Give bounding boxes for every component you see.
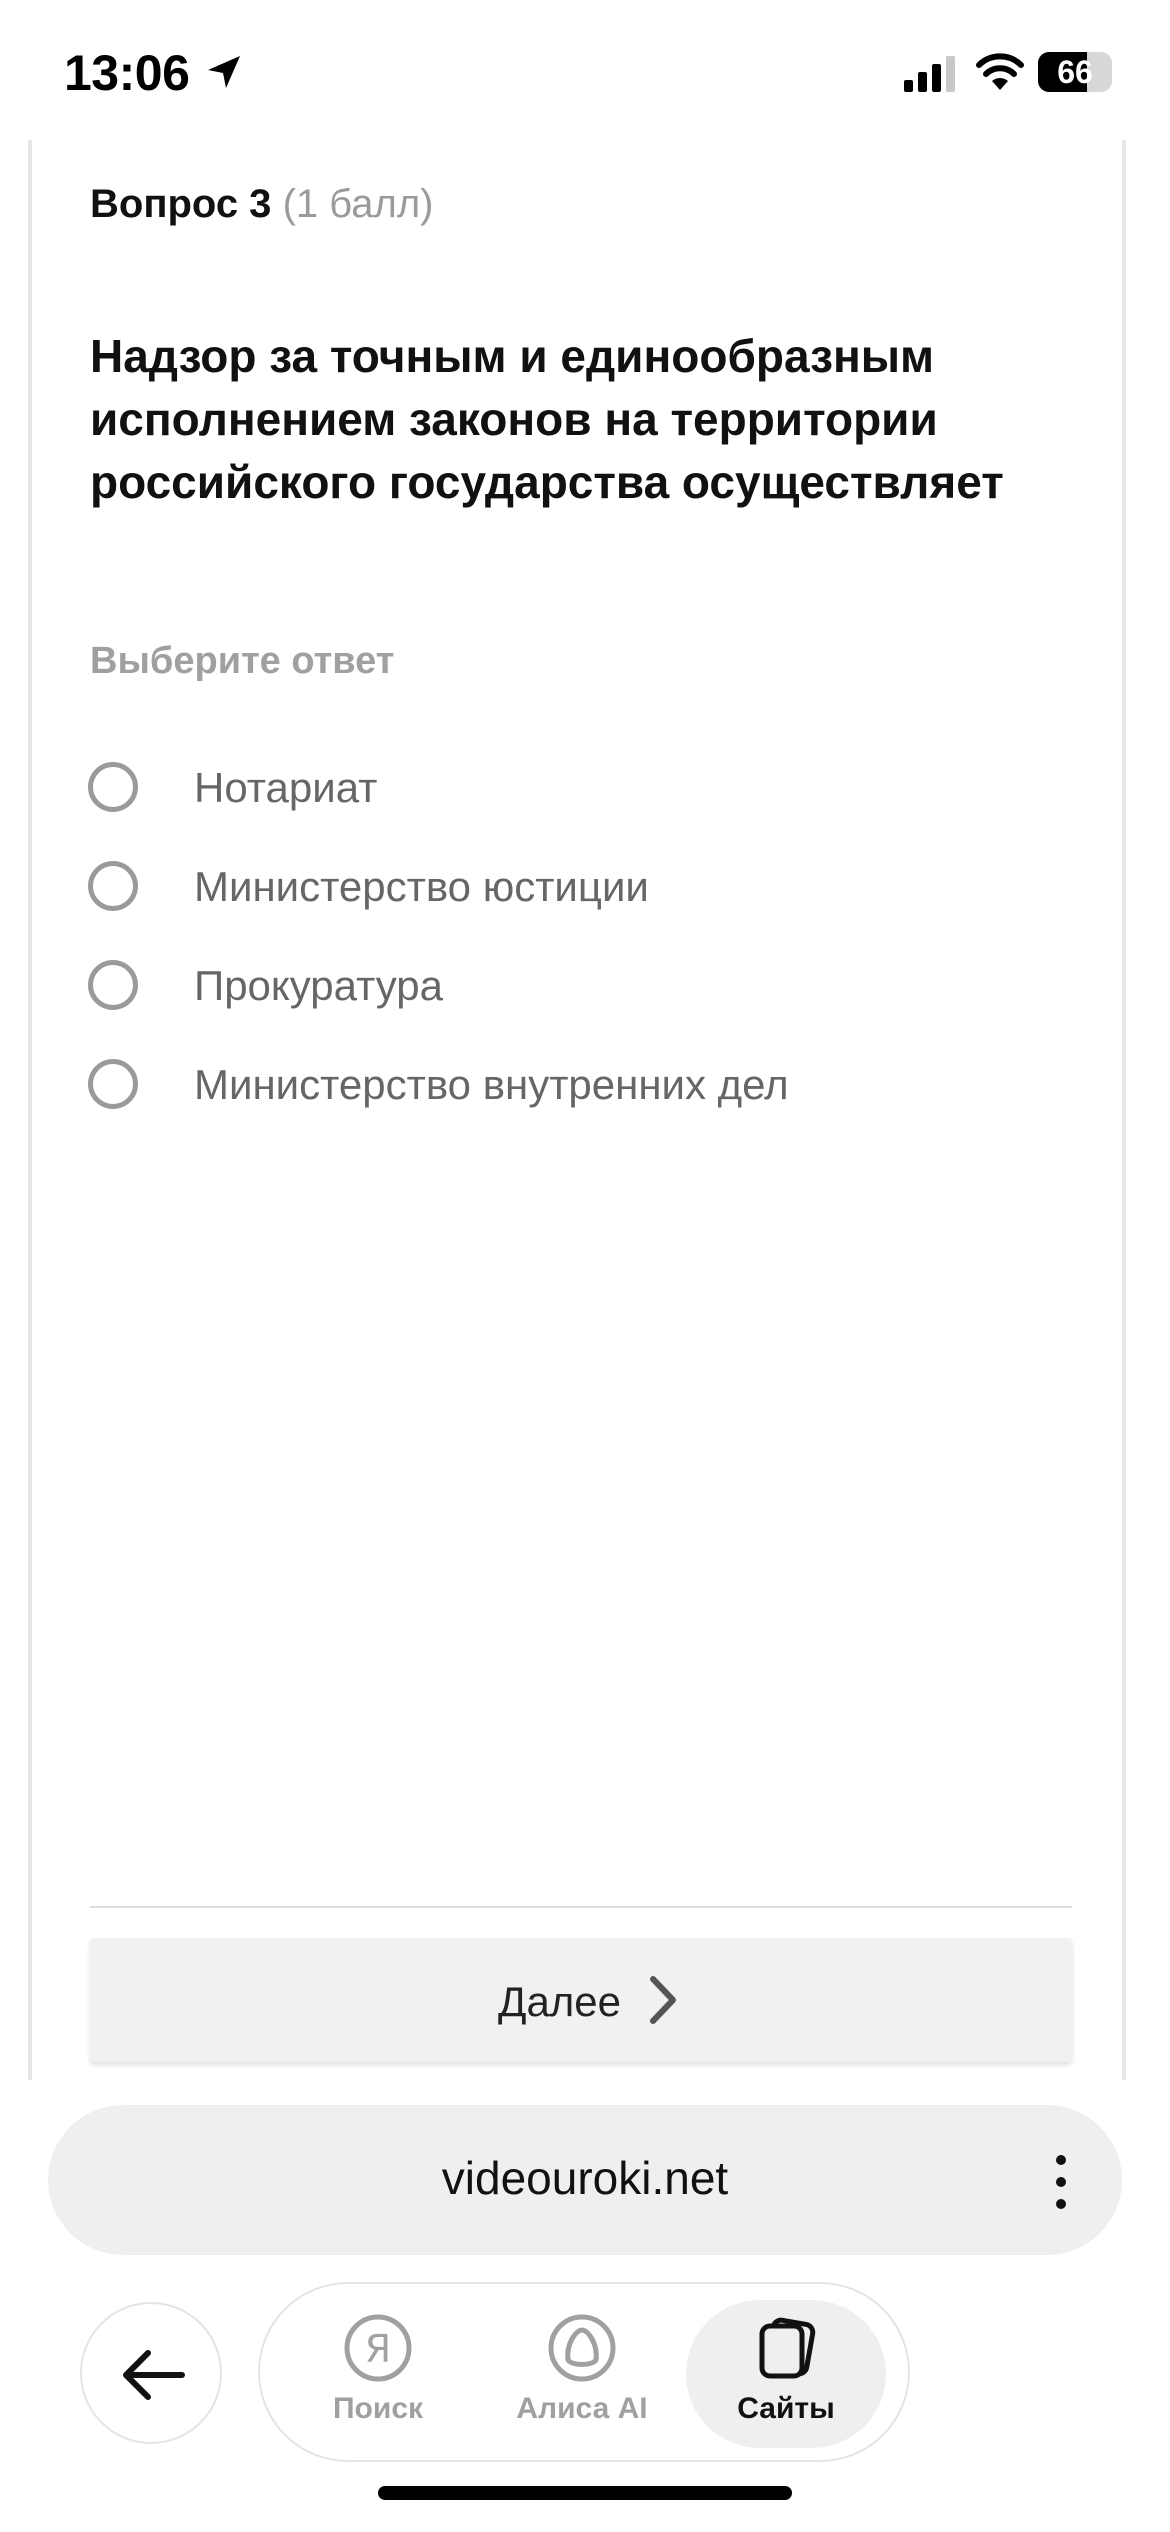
radio-button[interactable] <box>88 1059 138 1109</box>
divider <box>90 1906 1072 1908</box>
location-arrow-icon <box>208 56 240 88</box>
svg-text:Я: Я <box>365 2327 391 2371</box>
question-text: Надзор за точным и единообразным исполне… <box>90 330 1004 508</box>
more-vertical-icon[interactable] <box>1056 2155 1066 2209</box>
battery-level: 66 <box>1057 54 1093 90</box>
answer-option[interactable]: Прокуратура <box>88 952 988 1022</box>
next-button[interactable]: Далее <box>90 1938 1072 2062</box>
answer-option[interactable]: Министерство юстиции <box>88 853 988 923</box>
home-indicator <box>378 2486 792 2500</box>
chevron-right-icon[interactable] <box>648 1974 678 2026</box>
status-bar: 13:06 66 <box>0 0 1170 140</box>
answer-option-label[interactable]: Нотариат <box>194 764 377 812</box>
wifi-icon <box>976 53 1024 90</box>
url-text[interactable]: videouroki.net <box>48 2151 1122 2205</box>
answer-option[interactable]: Нотариат <box>88 754 988 824</box>
nav-item-label[interactable]: Поиск <box>278 2392 478 2426</box>
question-number: Вопрос 3 <box>90 182 272 226</box>
next-button-label[interactable]: Далее <box>498 1978 621 2026</box>
nav-item-alice[interactable]: Алиса AI <box>482 2300 682 2448</box>
nav-item-sites[interactable]: Сайты <box>686 2300 886 2448</box>
answer-option-label[interactable]: Министерство внутренних дел <box>194 1061 789 1109</box>
back-button[interactable] <box>80 2302 222 2444</box>
alice-icon[interactable] <box>548 2314 616 2382</box>
radio-button[interactable] <box>88 960 138 1010</box>
answer-option[interactable]: Министерство внутренних дел <box>88 1051 988 1121</box>
radio-button[interactable] <box>88 861 138 911</box>
yandex-icon[interactable]: Я <box>344 2314 412 2382</box>
sites-icon[interactable] <box>752 2314 820 2382</box>
cellular-signal-icon <box>904 56 955 92</box>
question-header: Вопрос 3 (1 балл) <box>90 182 433 227</box>
arrow-left-icon[interactable] <box>120 2348 186 2402</box>
choose-answer-label: Выберите ответ <box>90 640 395 682</box>
nav-item-label[interactable]: Сайты <box>686 2392 886 2426</box>
status-time: 13:06 <box>64 45 190 101</box>
bottom-nav: Я Поиск Алиса AI Сайты <box>258 2282 910 2462</box>
battery-icon: 66 <box>1038 52 1112 92</box>
nav-item-search[interactable]: Я Поиск <box>278 2300 478 2448</box>
nav-item-label[interactable]: Алиса AI <box>482 2392 682 2426</box>
address-bar[interactable]: videouroki.net <box>48 2105 1122 2255</box>
answer-option-label[interactable]: Министерство юстиции <box>194 863 649 911</box>
question-points: (1 балл) <box>282 182 434 226</box>
answer-option-label[interactable]: Прокуратура <box>194 962 443 1010</box>
radio-button[interactable] <box>88 762 138 812</box>
